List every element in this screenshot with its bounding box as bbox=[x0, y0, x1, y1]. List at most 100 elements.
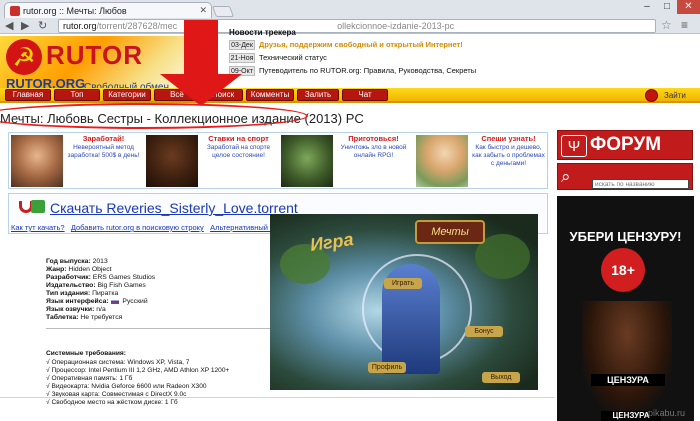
tab-title: rutor.org :: Мечты: Любов bbox=[23, 6, 127, 16]
ad-banners: Заработай! Невероятный метод заработка! … bbox=[8, 132, 548, 189]
sysreq-title: Системные требования: bbox=[46, 350, 126, 357]
age-badge: 18+ bbox=[601, 248, 645, 292]
ad-title: Ставки на спорт bbox=[208, 134, 269, 143]
new-tab-button[interactable] bbox=[211, 6, 235, 17]
censored-band: ЦЕНЗУРА bbox=[591, 374, 665, 386]
news-item[interactable]: 03-Дек Друзья, поддержим свободный и отк… bbox=[229, 40, 469, 51]
ad-title: Приготовься! bbox=[348, 134, 399, 143]
screenshot-sign: Мечты bbox=[415, 220, 485, 244]
screenshot-menu-button: Профиль bbox=[368, 362, 406, 373]
ad-banner[interactable]: Ставки на спорт Заработай на спорте цело… bbox=[144, 133, 279, 188]
ad-title: Заработай! bbox=[82, 134, 125, 143]
screenshot-menu-button: Выход bbox=[482, 372, 520, 383]
search-input[interactable] bbox=[592, 179, 689, 189]
nav-upload[interactable]: Залить bbox=[297, 89, 339, 101]
ad-image bbox=[11, 135, 63, 187]
news-text[interactable]: Друзья, поддержим свободный и открытый И… bbox=[259, 40, 463, 50]
censorship-ad[interactable]: УБЕРИ ЦЕНЗУРУ! 18+ ЦЕНЗУРА ЦЕНЗУРА bbox=[557, 196, 694, 421]
info-value: Пиратка bbox=[90, 290, 119, 297]
info-label: Таблетка: bbox=[46, 314, 79, 321]
news-header: Новости трекера bbox=[229, 28, 296, 37]
forum-icon: Ψ bbox=[561, 135, 587, 157]
info-value: ERS Games Studios bbox=[90, 274, 156, 281]
add-search-link[interactable]: Добавить rutor.org в поисковую строку bbox=[71, 223, 204, 232]
power-icon bbox=[645, 89, 658, 102]
menu-icon[interactable]: ≡ bbox=[681, 18, 688, 32]
url-path: /torrent/287628/mec bbox=[96, 21, 178, 31]
browser-chrome: rutor.org :: Мечты: Любов ✕ – □ ✕ ◀ ▶ ↻ … bbox=[0, 0, 700, 34]
forum-button[interactable]: Ψ ФОРУМ bbox=[557, 130, 693, 160]
nav-bar: ◀ ▶ ↻ rutor.org/torrent/287628/mec ollekc… bbox=[0, 18, 700, 34]
star-icon: ☭ bbox=[6, 39, 42, 75]
info-value: n/a bbox=[94, 306, 106, 313]
ad-image bbox=[281, 135, 333, 187]
favicon-icon bbox=[10, 6, 20, 16]
watermark: pikabu.ru bbox=[648, 408, 686, 418]
ad-figure-image bbox=[582, 301, 672, 411]
address-bar[interactable]: rutor.org/torrent/287628/mec ollekcionnoe… bbox=[58, 19, 656, 33]
forward-button[interactable]: ▶ bbox=[21, 19, 29, 33]
nav-comments[interactable]: Комменты bbox=[246, 89, 294, 101]
news-item[interactable]: 21-Ноя Технический статус bbox=[229, 53, 469, 64]
how-to-download-link[interactable]: Как тут качать? bbox=[11, 223, 65, 232]
logo-title: RUTOR bbox=[46, 40, 143, 70]
ad-title: Спеши узнать! bbox=[481, 134, 536, 143]
info-value: 2013 bbox=[90, 258, 108, 265]
russian-flag-icon bbox=[110, 298, 119, 304]
close-window-button[interactable]: ✕ bbox=[677, 0, 700, 14]
url-host: rutor.org bbox=[63, 21, 97, 31]
censorship-title: УБЕРИ ЦЕНЗУРУ! bbox=[569, 229, 682, 244]
nav-chat[interactable]: Чат bbox=[342, 89, 388, 101]
news-date: 21-Ноя bbox=[229, 53, 255, 63]
forum-label: ФОРУМ bbox=[590, 134, 662, 155]
login-label: Зайти bbox=[664, 91, 686, 100]
ad-banner[interactable]: Приготовься! Уничтожь зло в новой онлайн… bbox=[279, 133, 414, 188]
page-root: { "browser": { "tab_title": "rutor.org :… bbox=[0, 0, 700, 421]
screenshot-igra-text: Игра bbox=[308, 229, 355, 255]
screenshot-menu-button: Бонус bbox=[465, 326, 503, 337]
back-button[interactable]: ◀ bbox=[5, 19, 13, 33]
ad-image bbox=[416, 135, 468, 187]
ad-banner[interactable]: Заработай! Невероятный метод заработка! … bbox=[9, 133, 144, 188]
info-label: Год выпуска: bbox=[46, 258, 91, 265]
annotation-arrow-head bbox=[160, 74, 242, 106]
info-value: Русский bbox=[120, 298, 148, 305]
search-icon[interactable]: ⌕ bbox=[561, 167, 581, 187]
info-value: Big Fish Games bbox=[95, 282, 146, 289]
divider bbox=[46, 328, 270, 329]
download-link[interactable]: Скачать Reveries_Sisterly_Love.torrent bbox=[50, 200, 298, 216]
nav-categories[interactable]: Категории bbox=[103, 89, 151, 101]
info-value: Hidden Object bbox=[66, 266, 112, 273]
info-row: Таблетка: Не требуется bbox=[46, 313, 122, 322]
bookmark-star-icon[interactable]: ☆ bbox=[661, 18, 672, 32]
sysreq-item: √ Свободное место на жёстком диске: 1 Гб bbox=[46, 399, 178, 406]
news-item[interactable]: 09-Окт Путеводитель по RUTOR.org: Правил… bbox=[229, 66, 476, 77]
top-nav: Главная Топ Категории Всё Поиск Комменты… bbox=[0, 88, 700, 103]
divider bbox=[0, 397, 555, 398]
annotation-arrow-shaft bbox=[184, 20, 218, 78]
info-label: Язык интерфейса: bbox=[46, 298, 109, 305]
info-label: Язык озвучки: bbox=[46, 306, 95, 313]
sidebar-search: ⌕ bbox=[557, 163, 693, 190]
info-label: Тип издания: bbox=[46, 290, 91, 297]
maximize-button[interactable]: □ bbox=[657, 0, 677, 14]
nav-top[interactable]: Топ bbox=[54, 89, 100, 101]
ad-desc: Невероятный метод заработка! 500$ в день… bbox=[67, 144, 140, 159]
screenshot-menu-button: Играть bbox=[384, 278, 422, 289]
news-text[interactable]: Технический статус bbox=[259, 53, 327, 63]
login-button[interactable]: Зайти bbox=[645, 89, 697, 102]
nav-home[interactable]: Главная bbox=[5, 89, 51, 101]
ad-image bbox=[146, 135, 198, 187]
reload-button[interactable]: ↻ bbox=[38, 19, 47, 33]
news-text[interactable]: Путеводитель по RUTOR.org: Правила, Руко… bbox=[259, 66, 476, 76]
game-screenshot[interactable]: Игра Мечты Играть Бонус Профиль Выход bbox=[270, 214, 538, 390]
torrent-icon[interactable] bbox=[31, 200, 45, 213]
info-label: Разработчик: bbox=[46, 274, 91, 281]
minimize-button[interactable]: – bbox=[637, 0, 657, 14]
info-value: Не требуется bbox=[78, 314, 123, 321]
tab-close-icon[interactable]: ✕ bbox=[199, 5, 207, 16]
ad-desc: Как быстро и дешево, как забыть о пробле… bbox=[472, 144, 545, 167]
news-date: 03-Дек bbox=[229, 40, 255, 50]
ad-banner[interactable]: Спеши узнать! Как быстро и дешево, как з… bbox=[414, 133, 549, 188]
browser-tab[interactable]: rutor.org :: Мечты: Любов ✕ bbox=[4, 2, 212, 18]
